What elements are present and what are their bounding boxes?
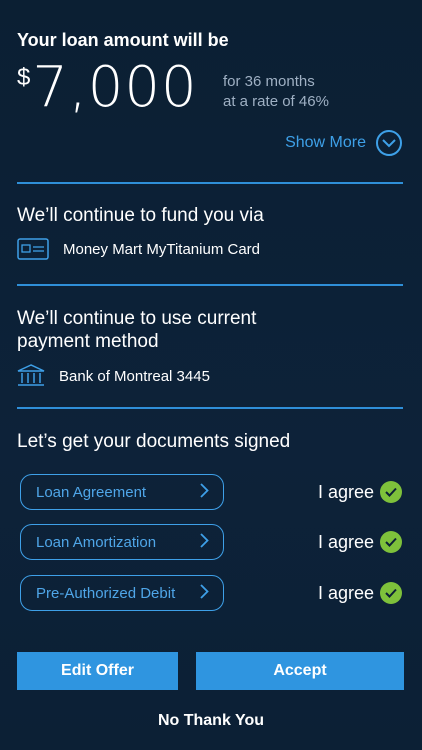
loan-title: Your loan amount will be [17, 30, 229, 50]
payment-title: We’ll continue to use current payment me… [17, 307, 256, 353]
payment-title-line1: We’ll continue to use current [17, 308, 257, 329]
doc-label: Loan Amortization [36, 533, 157, 551]
accept-button[interactable]: Accept [196, 652, 404, 690]
pre-authorized-debit-button[interactable]: Pre-Authorized Debit [20, 575, 224, 611]
funding-method: Money Mart MyTitanium Card [17, 238, 260, 260]
term-rate: at a rate of 46% [223, 93, 329, 110]
chevron-right-icon [200, 532, 209, 552]
funding-title: We’ll continue to fund you via [17, 205, 264, 226]
doc-label: Loan Agreement [36, 483, 147, 501]
agree-label: I agree [317, 582, 374, 603]
funding-method-label: Money Mart MyTitanium Card [63, 240, 260, 258]
documents-title: Let’s get your documents signed [17, 431, 291, 452]
agree-label: I agree [317, 481, 374, 502]
divider [17, 407, 403, 409]
payment-method: Bank of Montreal 3445 [17, 364, 210, 388]
check-icon [380, 481, 402, 503]
payment-title-line2: payment method [17, 331, 159, 352]
check-icon [380, 582, 402, 604]
payment-method-label: Bank of Montreal 3445 [59, 367, 210, 385]
divider [17, 182, 403, 184]
agree-label: I agree [317, 531, 374, 552]
no-thank-you-button[interactable]: No Thank You [0, 712, 422, 730]
agree-status: I agree [318, 481, 402, 503]
chevron-right-icon [200, 583, 209, 603]
term-months: for 36 months [223, 73, 315, 90]
check-icon [380, 531, 402, 553]
chevron-right-icon [200, 482, 209, 502]
bank-icon [17, 364, 45, 388]
show-more-button[interactable]: Show More [285, 130, 402, 156]
amount-value: 7,000 [32, 55, 198, 120]
loan-agreement-button[interactable]: Loan Agreement [20, 474, 224, 510]
card-icon [17, 238, 49, 260]
currency-symbol: $ [17, 64, 31, 91]
loan-amortization-button[interactable]: Loan Amortization [20, 524, 224, 560]
show-more-label: Show More [285, 134, 366, 151]
divider [17, 284, 403, 286]
edit-offer-button[interactable]: Edit Offer [17, 652, 178, 690]
loan-amount: $ 7,000 [17, 58, 198, 118]
agree-status: I agree [318, 582, 402, 604]
loan-terms: for 36 months at a rate of 46% [223, 72, 329, 112]
chevron-down-icon [376, 130, 402, 156]
doc-label: Pre-Authorized Debit [36, 584, 176, 602]
agree-status: I agree [318, 531, 402, 553]
